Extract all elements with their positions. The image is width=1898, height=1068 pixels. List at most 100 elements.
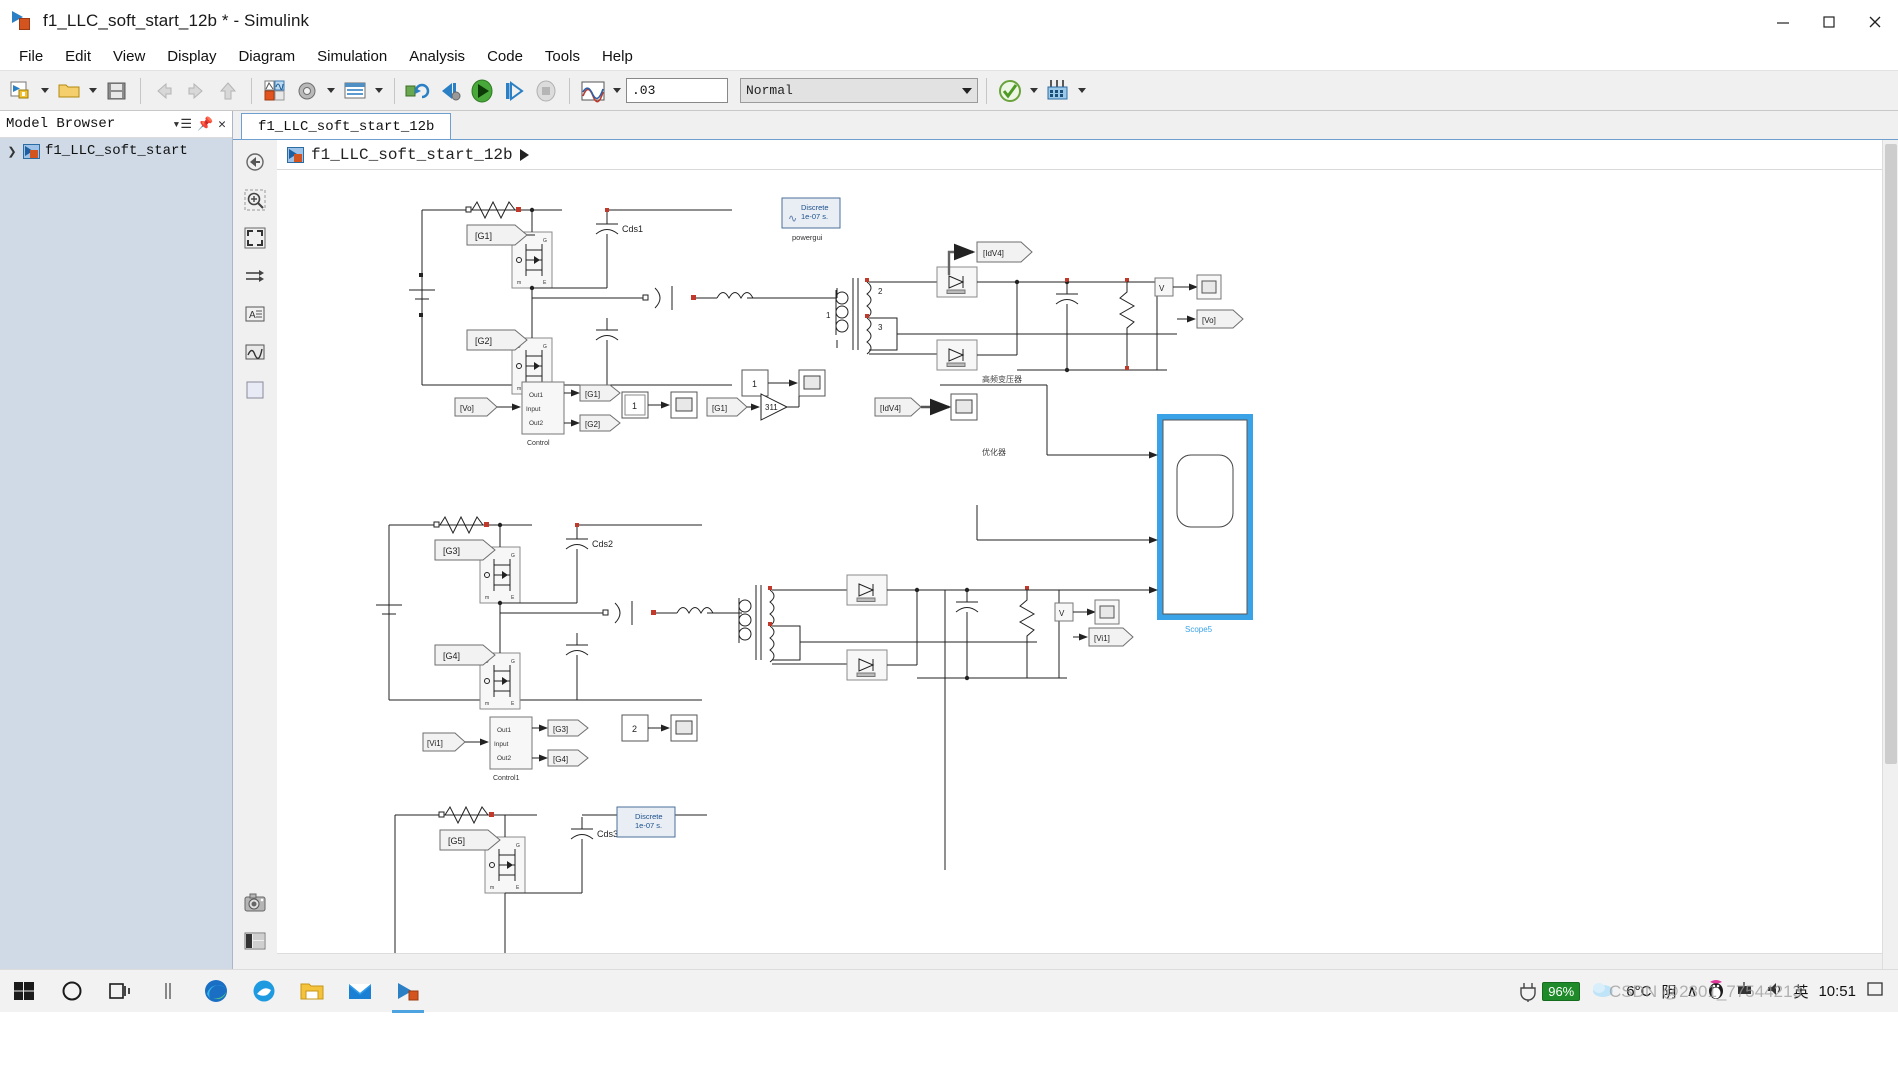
browser-button[interactable] — [240, 970, 288, 1013]
weather-desc[interactable]: 阴 — [1661, 981, 1676, 1002]
breadcrumb: f1_LLC_soft_start_12b — [277, 140, 1882, 170]
menu-display[interactable]: Display — [156, 46, 227, 67]
horizontal-scrollbar[interactable] — [277, 953, 1882, 969]
tag-vo-from: [Vo] — [460, 404, 474, 413]
library-grid-icon[interactable] — [1043, 76, 1073, 106]
menu-edit[interactable]: Edit — [54, 46, 102, 67]
scope-dropdown-icon[interactable] — [613, 88, 621, 93]
powergui2-line2: 1e-07 s. — [635, 821, 662, 830]
model-canvas[interactable]: D G m E — [277, 170, 1882, 953]
label-cds3: Cds3 — [597, 829, 618, 839]
breadcrumb-arrow-icon[interactable] — [520, 149, 529, 161]
model-advisor-dropdown-icon[interactable] — [1030, 88, 1038, 93]
stop-icon[interactable] — [531, 76, 561, 106]
up-arrow-icon[interactable] — [213, 76, 243, 106]
menu-diagram[interactable]: Diagram — [227, 46, 306, 67]
vertical-scroll-thumb[interactable] — [1885, 144, 1897, 764]
signal-routing-icon[interactable] — [241, 262, 269, 290]
file-explorer-button[interactable] — [288, 970, 336, 1013]
tab-model[interactable]: f1_LLC_soft_start_12b — [241, 113, 451, 139]
menu-tools[interactable]: Tools — [534, 46, 591, 67]
window-controls — [1760, 0, 1898, 43]
layout-icon[interactable] — [241, 927, 269, 955]
breadcrumb-model-icon — [287, 147, 304, 163]
back-arrow-icon[interactable] — [149, 76, 179, 106]
gear-icon[interactable] — [292, 76, 322, 106]
tray-chevron-icon[interactable]: ∧ — [1686, 982, 1697, 1000]
close-button[interactable] — [1852, 0, 1898, 43]
snapshot-camera-icon[interactable] — [241, 889, 269, 917]
maximize-button[interactable] — [1806, 0, 1852, 43]
breadcrumb-label[interactable]: f1_LLC_soft_start_12b — [311, 146, 513, 164]
model-explorer-dropdown-icon[interactable] — [375, 88, 383, 93]
weather-icon[interactable] — [1590, 979, 1616, 1003]
control2-out1: Out1 — [497, 727, 511, 734]
menu-file[interactable]: File — [8, 46, 54, 67]
rectangle-icon[interactable] — [241, 376, 269, 404]
step-forward-icon[interactable] — [499, 76, 529, 106]
start-button[interactable] — [0, 970, 48, 1013]
scope-viewer-icon[interactable] — [241, 338, 269, 366]
gear-dropdown-icon[interactable] — [327, 88, 335, 93]
run-icon[interactable] — [467, 76, 497, 106]
tag-g1: [G1] — [475, 231, 492, 241]
task-view-button[interactable] — [96, 970, 144, 1013]
scope-icon[interactable] — [578, 76, 608, 106]
svg-text:V: V — [1059, 609, 1065, 618]
ime-indicator[interactable]: 英 — [1793, 981, 1808, 1002]
system-tray: 96% 6°C 阴 ∧ 英 10:51 — [1517, 978, 1898, 1004]
model-tree-item[interactable]: ❯ f1_LLC_soft_start — [0, 138, 232, 164]
cortana-button[interactable] — [48, 970, 96, 1013]
close-icon[interactable]: ✕ — [218, 117, 226, 132]
annotation-icon[interactable]: A — [241, 300, 269, 328]
open-dropdown-icon[interactable] — [89, 88, 97, 93]
minimize-button[interactable] — [1760, 0, 1806, 43]
library-grid-dropdown-icon[interactable] — [1078, 88, 1086, 93]
browser-menu-icon[interactable]: ▾☰ — [173, 117, 192, 132]
model-explorer-icon[interactable] — [340, 76, 370, 106]
chevron-right-icon[interactable]: ❯ — [6, 145, 18, 158]
vertical-scrollbar[interactable] — [1882, 140, 1898, 969]
scope5-caption: Scope5 — [1185, 625, 1213, 634]
xfmr-winding-3: 3 — [878, 323, 883, 332]
new-model-dropdown-icon[interactable] — [41, 88, 49, 93]
menu-view[interactable]: View — [102, 46, 156, 67]
const-3: 2 — [632, 724, 637, 734]
edge-button[interactable] — [192, 970, 240, 1013]
menu-code[interactable]: Code — [476, 46, 534, 67]
svg-text:A: A — [249, 310, 256, 321]
new-model-icon[interactable] — [6, 76, 36, 106]
open-folder-icon[interactable] — [54, 76, 84, 106]
notification-icon[interactable] — [1866, 980, 1884, 1002]
menu-help[interactable]: Help — [591, 46, 644, 67]
qq-penguin-icon[interactable] — [1707, 978, 1725, 1004]
control1-out1: Out1 — [529, 392, 543, 399]
tag-g4-goto: [G4] — [553, 755, 568, 764]
library-browser-icon[interactable] — [260, 76, 290, 106]
diagram-editor: f1_LLC_soft_start_12b A — [233, 111, 1898, 969]
volume-icon[interactable] — [1765, 980, 1783, 1002]
fast-restart-icon[interactable] — [435, 76, 465, 106]
menu-analysis[interactable]: Analysis — [398, 46, 476, 67]
navigate-back-icon[interactable] — [241, 148, 269, 176]
menu-simulation[interactable]: Simulation — [306, 46, 398, 67]
network-icon[interactable] — [1735, 980, 1755, 1002]
model-browser-header: Model Browser ▾☰ 📌 ✕ — [0, 111, 232, 138]
update-model-icon[interactable] — [403, 76, 433, 106]
weather-temp[interactable]: 6°C — [1626, 983, 1651, 1000]
simulation-mode-select[interactable]: Normal — [740, 78, 978, 103]
mail-button[interactable] — [336, 970, 384, 1013]
model-advisor-icon[interactable] — [995, 76, 1025, 106]
simulation-time-input[interactable] — [626, 78, 728, 103]
save-icon[interactable] — [102, 76, 132, 106]
zoom-in-icon[interactable] — [241, 186, 269, 214]
fit-to-view-icon[interactable] — [241, 224, 269, 252]
const-1: 1 — [632, 401, 637, 411]
clock[interactable]: 10:51 — [1818, 983, 1856, 1000]
menu-bar: File Edit View Display Diagram Simulatio… — [0, 43, 1898, 71]
simulink-button[interactable] — [384, 970, 432, 1013]
pin-icon[interactable]: 📌 — [197, 117, 213, 132]
battery-status[interactable]: 96% — [1517, 980, 1580, 1002]
power-plug-icon — [1517, 980, 1539, 1002]
forward-arrow-icon[interactable] — [181, 76, 211, 106]
